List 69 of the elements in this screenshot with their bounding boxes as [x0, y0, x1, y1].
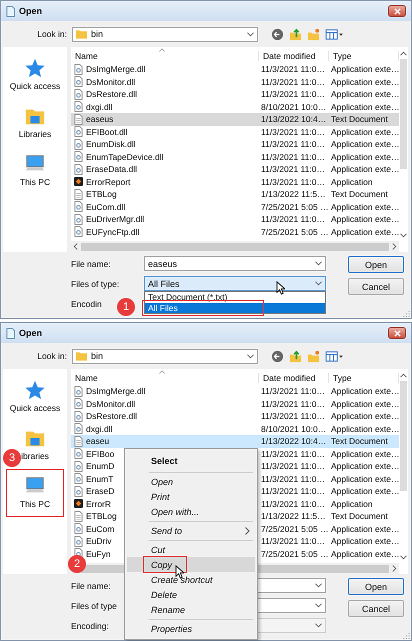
type-cell-text: Application exte… [330, 89, 399, 100]
date-cell-text: 11/3/2021 11:0… [260, 64, 326, 74]
date-cell-text: 11/3/2021 11:0… [260, 214, 326, 224]
type-cell-text: Application exte… [330, 164, 399, 174]
type-cell-text: Application exte… [330, 226, 399, 237]
type-cell-text: Application exte… [330, 548, 399, 559]
date-cell-text: 11/3/2021 11:0… [260, 386, 326, 396]
date-cell-text: 11/3/2021 11:0… [260, 139, 326, 150]
date-cell-text: 11/3/2021 11:0… [260, 536, 326, 546]
step-badge: 3 [3, 449, 21, 467]
date-cell-text: 1/13/2022 11:5… [260, 511, 327, 522]
type-cell-text: Application exte… [330, 536, 399, 546]
date-cell-text: 1/13/2022 10:4… [260, 114, 328, 124]
type-cell-text: Text Document [330, 511, 389, 522]
step-badge: 1 [117, 298, 135, 316]
date-cell-text: 7/25/2021 5:05 … [260, 226, 329, 237]
date-cell-text: 1/13/2022 11:5… [260, 189, 327, 200]
date-cell-text: 7/25/2021 5:05 … [260, 548, 329, 559]
date-cell-text: 8/10/2021 10:0… [260, 102, 328, 112]
date-cell-text: 11/3/2021 11:0… [260, 152, 326, 162]
encoding-label: Encodin [71, 298, 102, 308]
date-cell-text: 11/3/2021 11:0… [260, 164, 326, 174]
date-cell-text: 11/3/2021 11:0… [260, 486, 326, 496]
date-cell-text: 8/10/2021 10:0… [260, 424, 328, 434]
type-cell-text: Application exte… [330, 524, 399, 534]
step-badge: 2 [68, 555, 86, 573]
type-cell-text: Application exte… [330, 398, 399, 409]
date-cell-text: 11/3/2021 11:0… [260, 89, 326, 100]
date-cell-text: 11/3/2021 11:0… [260, 398, 326, 409]
type-cell-text: Application exte… [330, 214, 399, 224]
type-cell-text: Text Document [330, 436, 389, 446]
date-cell-text: 11/3/2021 11:0… [260, 411, 326, 422]
type-cell-text: Application exte… [330, 424, 399, 434]
date-cell-text: 1/13/2022 10:4… [260, 436, 328, 446]
type-cell-text: Application [330, 498, 374, 509]
date-cell-text: 7/25/2021 5:05 … [260, 524, 329, 534]
date-cell-text: 11/3/2021 11:0… [260, 126, 326, 137]
type-cell-text: Application exte… [330, 486, 399, 496]
type-cell-text: Application exte… [330, 461, 399, 472]
type-cell-text: Application exte… [330, 76, 399, 87]
file-type-label: Files of type [71, 600, 117, 610]
type-cell-text: Application exte… [330, 102, 399, 112]
date-cell-text: 7/25/2021 5:05 … [260, 202, 329, 212]
type-cell-text: Application [330, 176, 374, 187]
type-cell-text: Application exte… [330, 386, 399, 396]
file-name-label: File name: [71, 258, 111, 268]
file-type-label: Files of type: [71, 278, 120, 288]
type-cell-text: Application exte… [330, 64, 399, 74]
date-cell-text: 11/3/2021 11:0… [260, 474, 326, 484]
type-cell-text: Application exte… [330, 474, 399, 484]
date-cell-text: 11/3/2021 11:0… [260, 498, 326, 509]
type-cell-text: Application exte… [330, 411, 399, 422]
file-name-label: File name: [71, 580, 111, 590]
type-cell-text: Text Document [330, 114, 389, 124]
encoding-label: Encoding: [71, 620, 109, 630]
date-cell-text: 11/3/2021 11:0… [260, 448, 326, 459]
type-cell-text: Text Document [330, 189, 389, 200]
date-cell-text: 11/3/2021 11:0… [260, 76, 326, 87]
type-cell-text: Application exte… [330, 202, 399, 212]
window-title: Open [19, 6, 44, 16]
type-cell-text: Application exte… [330, 448, 399, 459]
type-cell-text: Application exte… [330, 139, 399, 150]
look-in-label: Look in: [36, 351, 67, 361]
window-title: Open [19, 328, 44, 338]
date-cell-text: 11/3/2021 11:0… [260, 176, 326, 187]
look-in-label: Look in: [36, 29, 67, 39]
type-cell-text: Application exte… [330, 126, 399, 137]
type-cell-text: Application exte… [330, 152, 399, 162]
date-cell-text: 11/3/2021 11:0… [260, 461, 326, 472]
